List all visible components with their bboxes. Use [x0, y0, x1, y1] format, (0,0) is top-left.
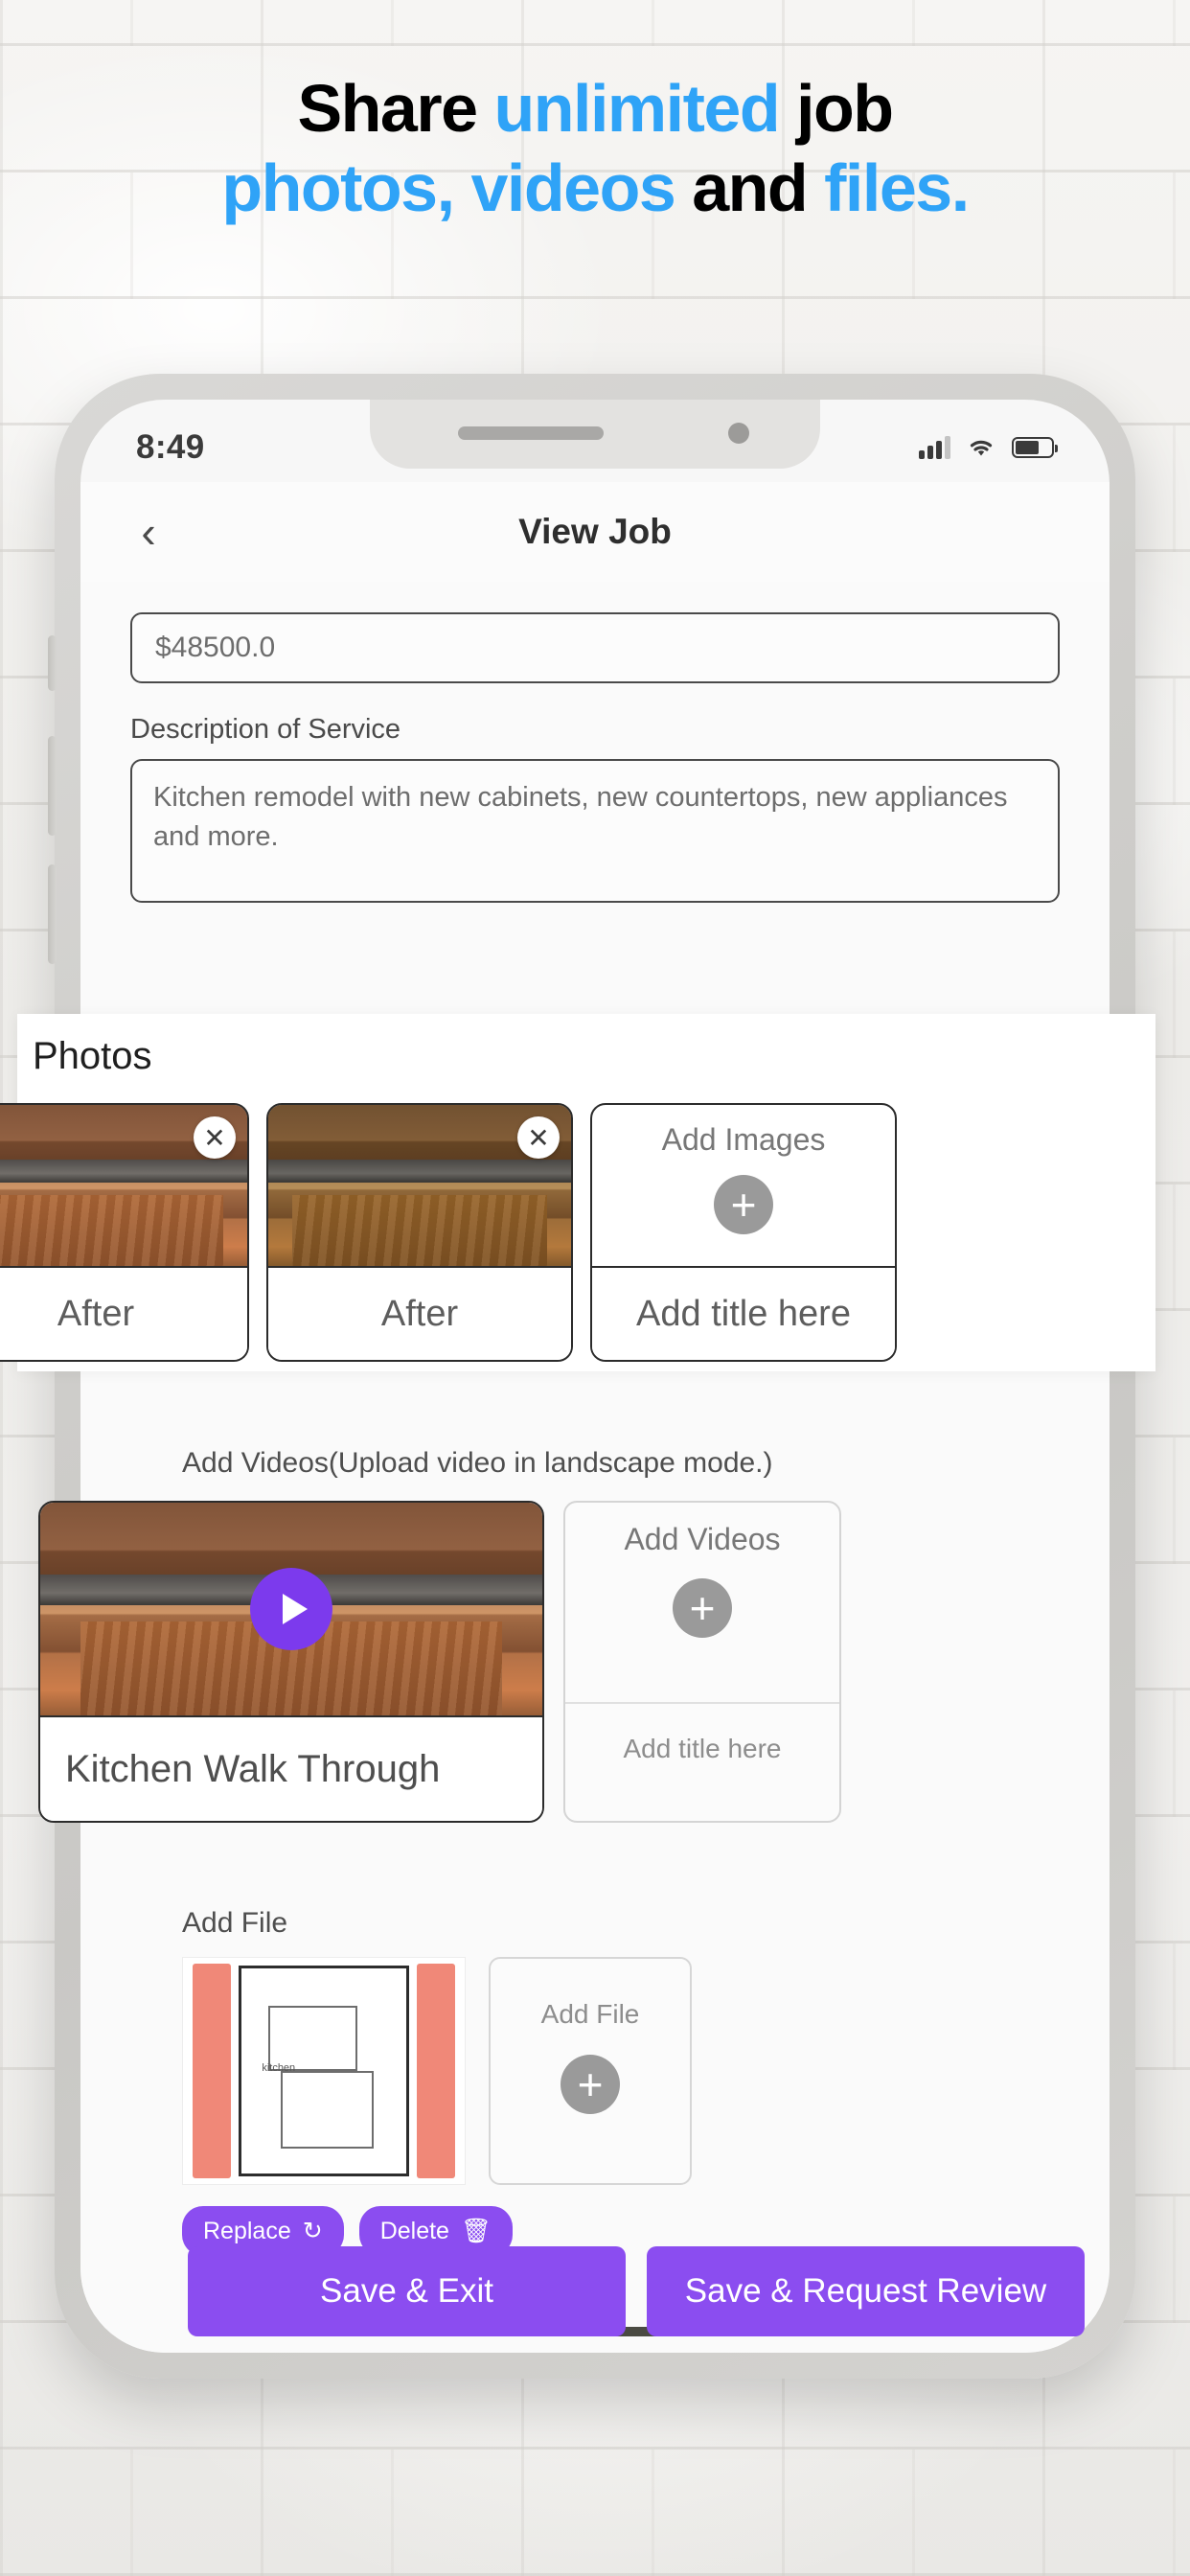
page-title: View Job — [518, 512, 672, 551]
trash-icon: 🗑 — [460, 2217, 492, 2244]
file-thumbnail[interactable]: kitchen — [182, 1957, 466, 2185]
status-time: 8:49 — [136, 428, 205, 466]
photos-section: Photos ✕ r ✕ After ✕ — [0, 1014, 1156, 1371]
add-videos-card[interactable]: Add Videos + Add title here — [563, 1501, 841, 1823]
photo-card[interactable]: ✕ After — [0, 1103, 249, 1362]
headline-text-and: and — [675, 150, 825, 226]
photo-thumbnail: ✕ — [0, 1105, 247, 1266]
close-circle-icon[interactable]: ✕ — [517, 1116, 560, 1159]
play-circle-icon[interactable] — [250, 1568, 332, 1650]
phone-volume-down-button — [48, 864, 57, 964]
delete-label: Delete — [379, 2217, 449, 2244]
file-list: kitchen Add File + — [182, 1957, 1131, 2185]
add-videos-card-label: Add Videos — [624, 1522, 781, 1556]
add-images-title-input[interactable]: Add title here — [592, 1266, 895, 1360]
videos-carousel[interactable]: Add Videos + Add title here Kitchen Walk… — [38, 1501, 1131, 1823]
headline-text-job: job — [779, 71, 894, 146]
add-videos-body: Add Videos + — [565, 1503, 839, 1702]
status-icon-group — [919, 436, 1058, 459]
photo-caption: After — [268, 1266, 571, 1360]
photo-caption: After — [0, 1266, 247, 1360]
photos-carousel[interactable]: ✕ r ✕ After ✕ After Add I — [0, 1103, 1156, 1362]
replace-label: Replace — [203, 2217, 291, 2244]
plus-circle-icon[interactable]: + — [714, 1175, 773, 1234]
add-images-body: Add Images + — [592, 1105, 895, 1266]
add-file-card[interactable]: Add File + — [489, 1957, 692, 2185]
add-images-label: Add Images — [661, 1122, 826, 1157]
price-field[interactable]: $48500.0 — [130, 612, 1060, 683]
add-file-card-label: Add File — [540, 1999, 640, 2029]
headline-text-files: files. — [824, 150, 970, 226]
video-card[interactable]: Kitchen Walk Through — [38, 1501, 544, 1823]
headline-line-2: photos, videos and files. — [0, 154, 1190, 222]
app-header: ‹ View Job — [80, 482, 1110, 582]
plus-circle-icon[interactable]: + — [673, 1578, 732, 1638]
phone-mute-button — [48, 635, 57, 691]
signal-bars-icon — [919, 436, 950, 459]
photo-card[interactable]: ✕ After — [266, 1103, 573, 1362]
file-section: Add File kitchen Add File + Replace ↻ De… — [182, 1907, 1131, 2256]
save-exit-button[interactable]: Save & Exit — [188, 2246, 626, 2336]
headline-text-photos-videos: photos, videos — [221, 150, 675, 226]
headline-text-share: Share — [297, 71, 494, 146]
close-circle-icon[interactable]: ✕ — [194, 1116, 236, 1159]
save-request-review-button[interactable]: Save & Request Review — [647, 2246, 1085, 2336]
refresh-icon: ↻ — [302, 2218, 323, 2244]
video-thumbnail — [40, 1503, 542, 1715]
status-bar: 8:49 — [80, 400, 1110, 482]
add-videos-label: Add Videos(Upload video in landscape mod… — [182, 1447, 773, 1479]
screenshot-root: Share unlimited job photos, videos and f… — [0, 0, 1190, 2576]
blueprint-preview: kitchen — [183, 1958, 465, 2184]
chevron-left-icon[interactable]: ‹ — [130, 510, 167, 554]
add-videos-title-input[interactable]: Add title here — [565, 1702, 839, 1794]
headline-line-1: Share unlimited job — [0, 74, 1190, 143]
description-textarea[interactable]: Kitchen remodel with new cabinets, new c… — [130, 759, 1060, 903]
marketing-headline: Share unlimited job photos, videos and f… — [0, 74, 1190, 223]
plus-circle-icon[interactable]: + — [561, 2055, 620, 2114]
photo-thumbnail: ✕ — [268, 1105, 571, 1266]
headline-text-unlimited: unlimited — [493, 71, 780, 146]
video-caption: Kitchen Walk Through — [40, 1715, 542, 1821]
phone-volume-up-button — [48, 736, 57, 836]
add-images-card[interactable]: Add Images + Add title here — [590, 1103, 897, 1362]
videos-section: Add Videos(Upload video in landscape mod… — [38, 1447, 1131, 1823]
blueprint-room-label: kitchen — [262, 2061, 296, 2074]
add-file-label: Add File — [182, 1907, 288, 1939]
wifi-icon — [970, 440, 993, 456]
photos-section-title: Photos — [33, 1035, 152, 1077]
description-label: Description of Service — [130, 714, 401, 745]
battery-icon — [1012, 437, 1058, 458]
bottom-action-bar: Save & Exit Save & Request Review — [188, 2246, 1085, 2336]
